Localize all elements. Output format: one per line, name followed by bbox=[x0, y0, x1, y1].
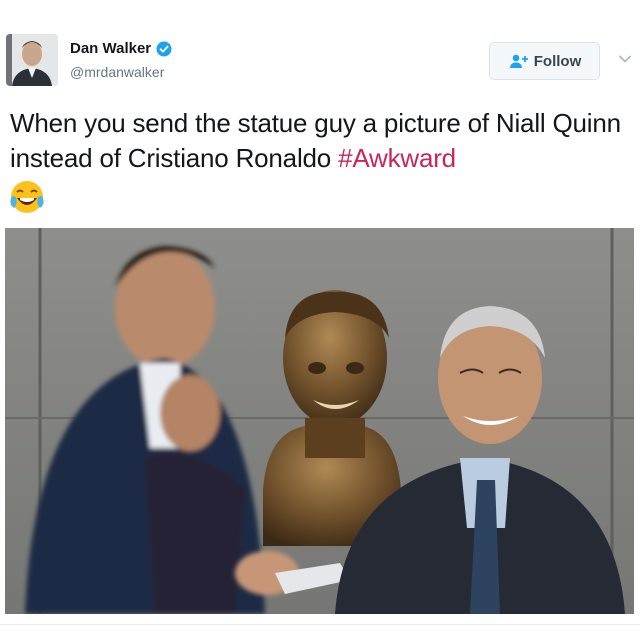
photo-scene bbox=[5, 228, 634, 614]
avatar[interactable] bbox=[6, 34, 58, 86]
author-name-row[interactable]: Dan Walker bbox=[70, 40, 172, 57]
tweet-body: When you send the statue guy a picture o… bbox=[10, 108, 621, 173]
author-display-name[interactable]: Dan Walker bbox=[70, 40, 151, 57]
face-with-tears-of-joy-icon bbox=[10, 181, 44, 213]
follow-label: Follow bbox=[533, 52, 582, 70]
divider bbox=[0, 624, 640, 625]
add-user-icon bbox=[509, 54, 528, 68]
tweet-text: When you send the statue guy a picture o… bbox=[10, 106, 632, 176]
hashtag-link[interactable]: #Awkward bbox=[338, 143, 456, 173]
tweet-card: Dan Walker @mrdanwalker Follow When you … bbox=[0, 0, 640, 640]
profile-photo bbox=[6, 34, 58, 86]
author-handle[interactable]: @mrdanwalker bbox=[70, 64, 164, 80]
tweet-photo[interactable] bbox=[5, 228, 634, 614]
follow-button[interactable]: Follow bbox=[489, 42, 600, 80]
chevron-down-icon[interactable] bbox=[618, 54, 632, 64]
verified-badge-icon bbox=[156, 41, 172, 56]
